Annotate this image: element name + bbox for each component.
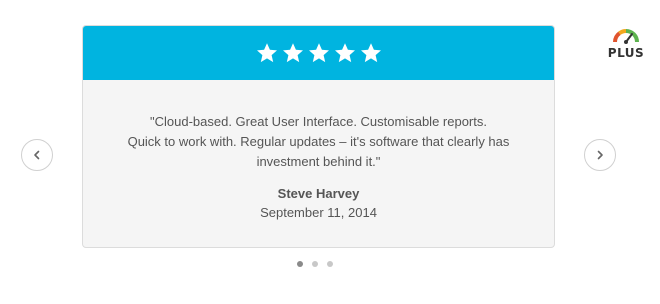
chevron-left-icon xyxy=(34,150,40,160)
rating-header xyxy=(83,26,554,80)
star-icon xyxy=(308,43,329,63)
quote-line: Quick to work with. Regular updates – it… xyxy=(127,134,510,149)
testimonial-body: "Cloud-based. Great User Interface. Cust… xyxy=(83,80,554,220)
quote-line: "Cloud-based. Great User Interface. Cust… xyxy=(150,114,487,129)
star-rating xyxy=(255,41,383,65)
carousel-dots xyxy=(297,261,333,267)
gauge-icon xyxy=(613,29,639,44)
star-icon xyxy=(360,43,381,63)
testimonial-date: September 11, 2014 xyxy=(260,205,377,220)
star-icon xyxy=(334,43,355,63)
testimonial-card: "Cloud-based. Great User Interface. Cust… xyxy=(82,25,555,248)
star-icon xyxy=(282,43,303,63)
carousel-dot[interactable] xyxy=(297,261,303,267)
chevron-right-icon xyxy=(597,150,603,160)
star-icon xyxy=(256,43,277,63)
testimonial-author: Steve Harvey xyxy=(277,186,360,201)
plus-badge: PLUS xyxy=(604,26,648,62)
previous-slide-button[interactable] xyxy=(21,139,53,171)
testimonial-quote: "Cloud-based. Great User Interface. Cust… xyxy=(83,112,554,172)
next-slide-button[interactable] xyxy=(584,139,616,171)
carousel-dot[interactable] xyxy=(327,261,333,267)
carousel-dot[interactable] xyxy=(312,261,318,267)
plus-label: PLUS xyxy=(607,46,645,60)
quote-line: investment behind it." xyxy=(256,154,381,169)
